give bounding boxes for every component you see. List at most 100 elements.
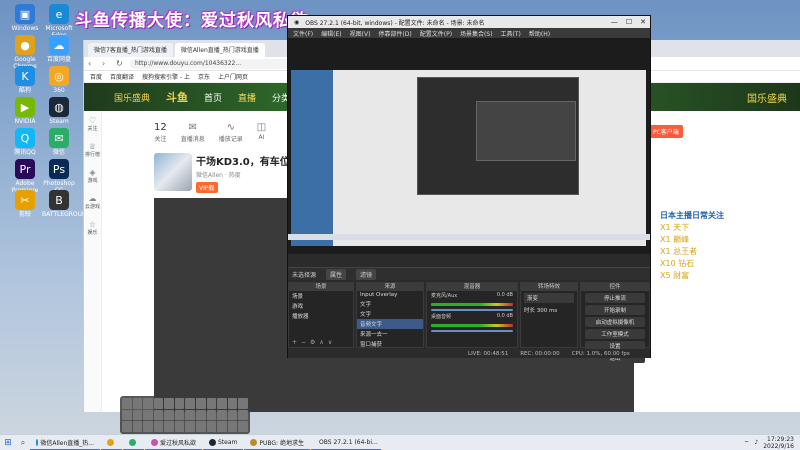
filters-button[interactable]: 滤镜 (356, 268, 377, 280)
stat-messages[interactable]: ✉ 直播消息 (181, 122, 205, 143)
desktop-icon[interactable]: B BATTLEGROUNDS (42, 190, 95, 218)
keyboard-key[interactable] (238, 421, 248, 432)
obs-menu-item[interactable]: 文件(F) (293, 29, 313, 38)
pc-client-button[interactable]: PC客户端 (649, 125, 683, 138)
keyboard-key[interactable] (143, 421, 153, 432)
browser-tab-active[interactable]: 微信Allen直播_热门游戏直播 (174, 43, 265, 57)
bookmark-item[interactable]: 搜狗搜索引擎 - 上 (142, 72, 190, 81)
streamer-avatar[interactable] (154, 153, 192, 191)
transition-select[interactable]: 渐变 (524, 293, 574, 303)
desktop-icon[interactable]: PsPhotoshop CC (42, 159, 76, 194)
source-item[interactable]: Input Overlay (357, 291, 423, 299)
desktop-icon[interactable]: K 酷狗 (8, 66, 42, 94)
search-icon[interactable]: ⌕ (16, 438, 30, 448)
left-nav-cloudgame[interactable]: ☁ 云游戏 (84, 189, 101, 215)
keyboard-key[interactable] (217, 398, 227, 409)
obs-menu-item[interactable]: 场景集合(S) (460, 29, 493, 38)
keyboard-key[interactable] (143, 409, 153, 421)
keyboard-key[interactable] (174, 409, 185, 421)
taskbar-item[interactable] (101, 436, 122, 450)
keyboard-key[interactable] (196, 398, 206, 409)
streamer-card[interactable]: 干场KD3.0，有车位 微信Allen · 热度 VIP舰 (154, 153, 290, 193)
studio-mode-button[interactable]: 工作室模式 (585, 329, 645, 339)
obs-menu-item[interactable]: 停靠部件(D) (378, 29, 411, 38)
stat-ai[interactable]: ◫ AI (257, 122, 266, 143)
properties-button[interactable]: 属性 (326, 268, 347, 280)
keyboard-key[interactable] (196, 409, 206, 421)
keyboard-key[interactable] (227, 421, 238, 432)
obs-preview[interactable] (288, 38, 650, 254)
nav-live[interactable]: 直播 (238, 91, 256, 104)
keyboard-key[interactable] (238, 398, 248, 409)
bookmark-item[interactable]: 京东 (198, 72, 210, 81)
douyu-logo[interactable]: 斗鱼 (166, 89, 188, 105)
virtual-camera-button[interactable]: 启动虚拟摄像机 (585, 317, 645, 327)
desktop-icon[interactable]: ◎ 360 (42, 66, 76, 94)
scene-item[interactable]: 播放器 (289, 311, 353, 321)
url-input[interactable]: http://www.douyu.com/10436322... (130, 58, 290, 69)
keyboard-key[interactable] (132, 421, 143, 432)
browser-tab[interactable]: 微信7客直播_热门游戏直播 (88, 43, 173, 57)
keyboard-key[interactable] (153, 398, 164, 409)
close-icon[interactable]: ✕ (640, 18, 646, 26)
on-screen-keyboard[interactable] (120, 396, 250, 434)
desktop-icon[interactable]: ▶ NVIDIA (8, 97, 42, 125)
keyboard-key[interactable] (217, 421, 227, 432)
volume-icon[interactable]: ♪ (754, 439, 758, 446)
back-icon[interactable]: ‹ (88, 59, 98, 68)
obs-menu-item[interactable]: 配置文件(P) (420, 29, 452, 38)
keyboard-key[interactable] (122, 409, 132, 421)
bookmark-item[interactable]: 上户门网页 (218, 72, 248, 81)
keyboard-key[interactable] (196, 421, 206, 432)
keyboard-key[interactable] (185, 409, 196, 421)
nav-home[interactable]: 首页 (204, 91, 222, 104)
stat-history[interactable]: ∿ 播放记录 (219, 122, 243, 143)
left-nav-ent[interactable]: ☆ 娱乐 (84, 215, 101, 241)
taskbar-item[interactable]: 微信Allen直播_热... (30, 436, 100, 450)
source-item[interactable]: 窗口捕获 (357, 339, 423, 349)
taskbar-item[interactable]: Steam (203, 436, 244, 450)
obs-menu-item[interactable]: 工具(T) (501, 29, 521, 38)
source-item-selected[interactable]: 音频文字 (357, 319, 423, 329)
keyboard-key[interactable] (153, 421, 164, 432)
obs-menu-item[interactable]: 编辑(E) (321, 29, 341, 38)
keyboard-key[interactable] (206, 421, 217, 432)
source-item[interactable]: 来源一去一 (357, 329, 423, 339)
bookmark-item[interactable]: 百度翻译 (110, 72, 134, 81)
source-item[interactable]: 文字 (357, 299, 423, 309)
stop-streaming-button[interactable]: 停止推流 (585, 293, 645, 303)
desktop-icon[interactable]: ●Google Chrome (8, 35, 42, 70)
taskbar-item[interactable]: PUBG: 绝地求生 (244, 436, 310, 450)
keyboard-key[interactable] (185, 398, 196, 409)
obs-menu-item[interactable]: 帮助(H) (529, 29, 550, 38)
keyboard-key[interactable] (164, 421, 174, 432)
reload-icon[interactable]: ↻ (116, 59, 126, 68)
keyboard-key[interactable] (206, 409, 217, 421)
keyboard-key[interactable] (227, 409, 238, 421)
duration-field[interactable]: 300 ms (537, 308, 557, 314)
keyboard-key[interactable] (217, 409, 227, 421)
scene-item[interactable]: 场景 (289, 291, 353, 301)
keyboard-key[interactable] (122, 421, 132, 432)
keyboard-key[interactable] (185, 421, 196, 432)
windows-start-icon[interactable]: ⊞ (0, 438, 16, 448)
keyboard-key[interactable] (227, 398, 238, 409)
maximize-icon[interactable]: ☐ (626, 18, 632, 26)
keyboard-key[interactable] (238, 409, 248, 421)
keyboard-key[interactable] (132, 409, 143, 421)
scene-item[interactable]: 游戏 (289, 301, 353, 311)
desktop-icon[interactable]: ▣ Windows (8, 4, 42, 32)
taskbar-item[interactable] (123, 436, 144, 450)
taskbar-item[interactable]: OBS 27.2.1 (64-bi... (311, 436, 381, 450)
source-item[interactable]: 文字 (357, 309, 423, 319)
keyboard-key[interactable] (206, 398, 217, 409)
taskbar-item[interactable]: 爱过秋风私欲 (145, 436, 203, 450)
forward-icon[interactable]: › (102, 59, 112, 68)
scene-tools[interactable]: +−⚙∧∨ (292, 339, 336, 346)
volume-slider[interactable] (431, 309, 513, 311)
keyboard-key[interactable] (132, 398, 143, 409)
keyboard-key[interactable] (153, 409, 164, 421)
left-nav-game[interactable]: ◈ 游戏 (84, 163, 101, 189)
desktop-icon[interactable]: eMicrosoft Edge (42, 4, 76, 39)
keyboard-key[interactable] (174, 398, 185, 409)
